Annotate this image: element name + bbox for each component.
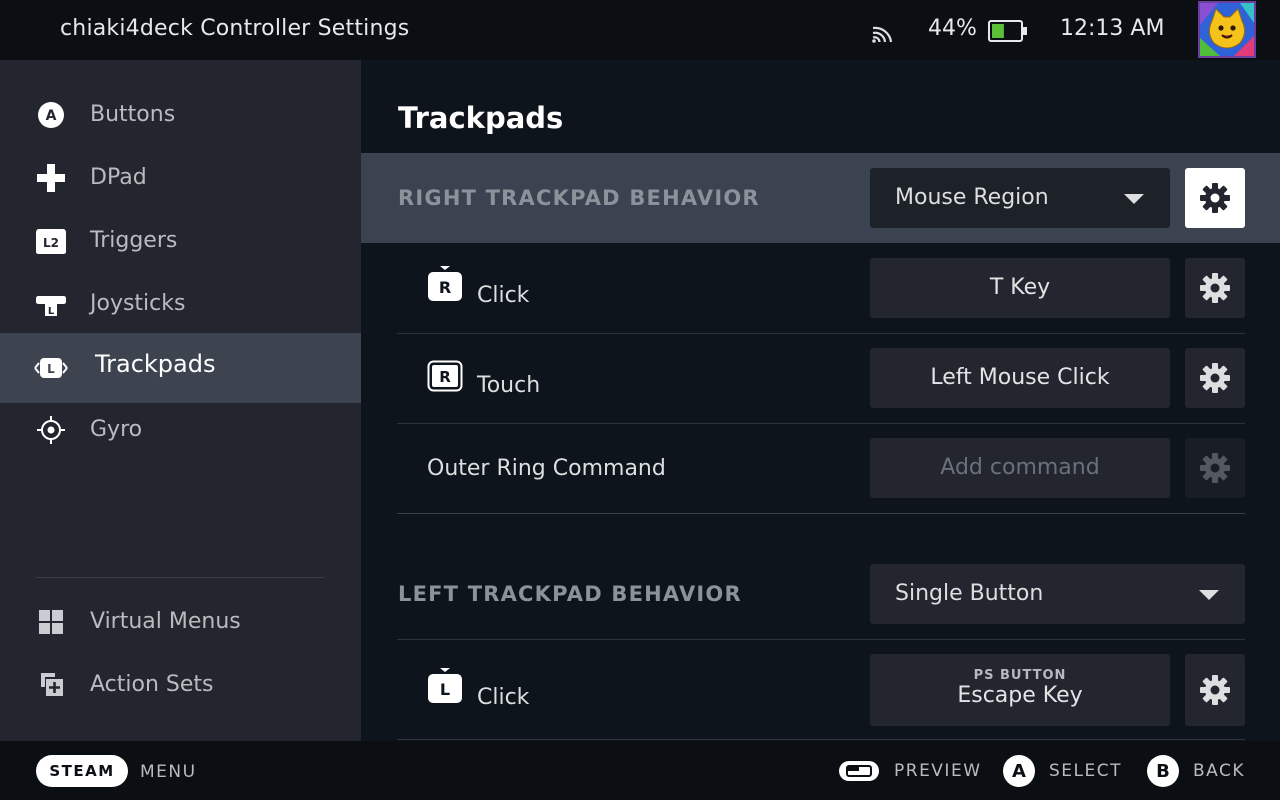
trackpad-icon: L <box>34 353 68 383</box>
steam-button[interactable]: STEAM <box>36 755 128 787</box>
svg-text:L2: L2 <box>43 236 59 250</box>
row-label: Click <box>477 685 530 710</box>
sidebar-item-label: Virtual Menus <box>90 609 241 634</box>
clock: 12:13 AM <box>1060 16 1165 41</box>
bottom-bar: STEAM MENU PREVIEW A SELECT B BACK <box>0 741 1280 800</box>
sidebar-item-label: DPad <box>90 165 147 190</box>
select-hint[interactable]: A SELECT <box>1003 755 1122 787</box>
gear-icon <box>1200 453 1230 483</box>
svg-text:L: L <box>47 362 55 376</box>
sidebar-item-dpad[interactable]: DPad <box>0 147 361 210</box>
sidebar-item-label: Action Sets <box>90 672 214 697</box>
command-label: Escape Key <box>957 683 1083 708</box>
left-click-settings-button[interactable] <box>1185 654 1245 726</box>
dpad-icon <box>34 163 68 193</box>
row-label: Outer Ring Command <box>427 456 666 481</box>
svg-text:R: R <box>439 278 451 297</box>
svg-text:R: R <box>439 368 451 386</box>
right-trackpad-behavior-label: RIGHT TRACKPAD BEHAVIOR <box>398 186 760 210</box>
left-trackpad-behavior-label: LEFT TRACKPAD BEHAVIOR <box>398 582 742 606</box>
svg-text:A: A <box>46 108 57 124</box>
preview-hint-label: PREVIEW <box>894 761 982 781</box>
row-divider <box>397 423 1245 424</box>
gear-icon <box>1200 363 1230 393</box>
page-title: Trackpads <box>398 101 564 135</box>
virtual-menus-icon <box>34 607 68 637</box>
sidebar-item-label: Joysticks <box>90 291 186 316</box>
row-divider <box>397 333 1245 334</box>
sidebar-divider <box>36 577 324 578</box>
sidebar-item-label: Gyro <box>90 417 143 442</box>
r-click-icon: R <box>428 266 462 301</box>
svg-text:L: L <box>48 306 55 317</box>
command-label: Left Mouse Click <box>930 365 1110 390</box>
sidebar-item-virtual-menus[interactable]: Virtual Menus <box>0 591 361 654</box>
row-divider <box>397 639 1245 640</box>
chevron-down-icon <box>1199 590 1219 600</box>
sidebar-item-buttons[interactable]: A Buttons <box>0 84 361 147</box>
right-click-settings-button[interactable] <box>1185 258 1245 318</box>
top-bar: chiaki4deck Controller Settings 44% 12:1… <box>0 0 1280 60</box>
row-label: Touch <box>477 373 541 398</box>
dropdown-value: Single Button <box>895 581 1044 606</box>
right-trackpad-mode-dropdown[interactable]: Mouse Region <box>870 168 1170 228</box>
avatar-image <box>1200 3 1254 56</box>
right-trackpad-behavior-row[interactable]: RIGHT TRACKPAD BEHAVIOR Mouse Region <box>361 153 1280 243</box>
left-trackpad-mode-dropdown[interactable]: Single Button <box>870 564 1245 624</box>
left-click-command-button[interactable]: PS BUTTON Escape Key <box>870 654 1170 726</box>
right-click-command-button[interactable]: T Key <box>870 258 1170 318</box>
battery-icon <box>988 20 1027 42</box>
sidebar-item-label: Buttons <box>90 102 176 127</box>
gyro-icon <box>34 415 68 445</box>
gear-icon <box>1200 675 1230 705</box>
r-touch-icon: R <box>427 360 463 392</box>
command-sublabel: PS BUTTON <box>973 668 1067 683</box>
action-sets-icon <box>34 670 68 700</box>
b-button-icon: B <box>1147 755 1179 787</box>
sidebar-item-action-sets[interactable]: Action Sets <box>0 654 361 717</box>
l2-trigger-icon: L2 <box>34 226 68 256</box>
window-title: chiaki4deck Controller Settings <box>60 16 410 41</box>
sidebar-item-label: Trackpads <box>95 350 216 378</box>
svg-text:L: L <box>440 680 450 699</box>
sidebar: A Buttons DPad L2 Triggers L Joysticks L… <box>0 60 361 741</box>
right-trackpad-settings-button[interactable] <box>1185 168 1245 228</box>
back-hint-label: BACK <box>1193 761 1246 781</box>
view-button-icon <box>839 761 879 781</box>
left-trackpad-behavior-row[interactable]: LEFT TRACKPAD BEHAVIOR Single Button <box>361 549 1280 639</box>
gear-icon <box>1200 183 1230 213</box>
back-hint[interactable]: B BACK <box>1147 755 1245 787</box>
row-label: Click <box>477 283 530 308</box>
chevron-down-icon <box>1124 194 1144 204</box>
select-hint-label: SELECT <box>1049 761 1122 781</box>
sidebar-item-label: Triggers <box>90 228 178 253</box>
a-button-icon: A <box>34 100 68 130</box>
menu-hint-label: MENU <box>140 762 197 782</box>
right-touch-command-button[interactable]: Left Mouse Click <box>870 348 1170 408</box>
add-command-button[interactable]: Add command <box>870 438 1170 498</box>
sidebar-item-trackpads[interactable]: L Trackpads <box>0 333 361 403</box>
joystick-icon: L <box>34 289 68 319</box>
command-label: Add command <box>940 455 1100 480</box>
sidebar-item-joysticks[interactable]: L Joysticks <box>0 273 361 336</box>
dropdown-value: Mouse Region <box>895 185 1049 210</box>
outer-ring-settings-button[interactable] <box>1185 438 1245 498</box>
l-click-icon: L <box>428 668 462 703</box>
a-button-icon: A <box>1003 755 1035 787</box>
right-touch-settings-button[interactable] <box>1185 348 1245 408</box>
main-panel: Trackpads RIGHT TRACKPAD BEHAVIOR Mouse … <box>361 60 1280 741</box>
section-divider <box>397 513 1245 514</box>
user-avatar[interactable] <box>1198 1 1256 58</box>
sidebar-item-gyro[interactable]: Gyro <box>0 399 361 462</box>
command-label: T Key <box>989 275 1051 300</box>
row-divider <box>397 739 1245 740</box>
cast-icon <box>872 26 893 43</box>
preview-hint[interactable]: PREVIEW <box>838 755 982 787</box>
gear-icon <box>1200 273 1230 303</box>
sidebar-item-triggers[interactable]: L2 Triggers <box>0 210 361 273</box>
battery-percentage: 44% <box>928 16 977 41</box>
